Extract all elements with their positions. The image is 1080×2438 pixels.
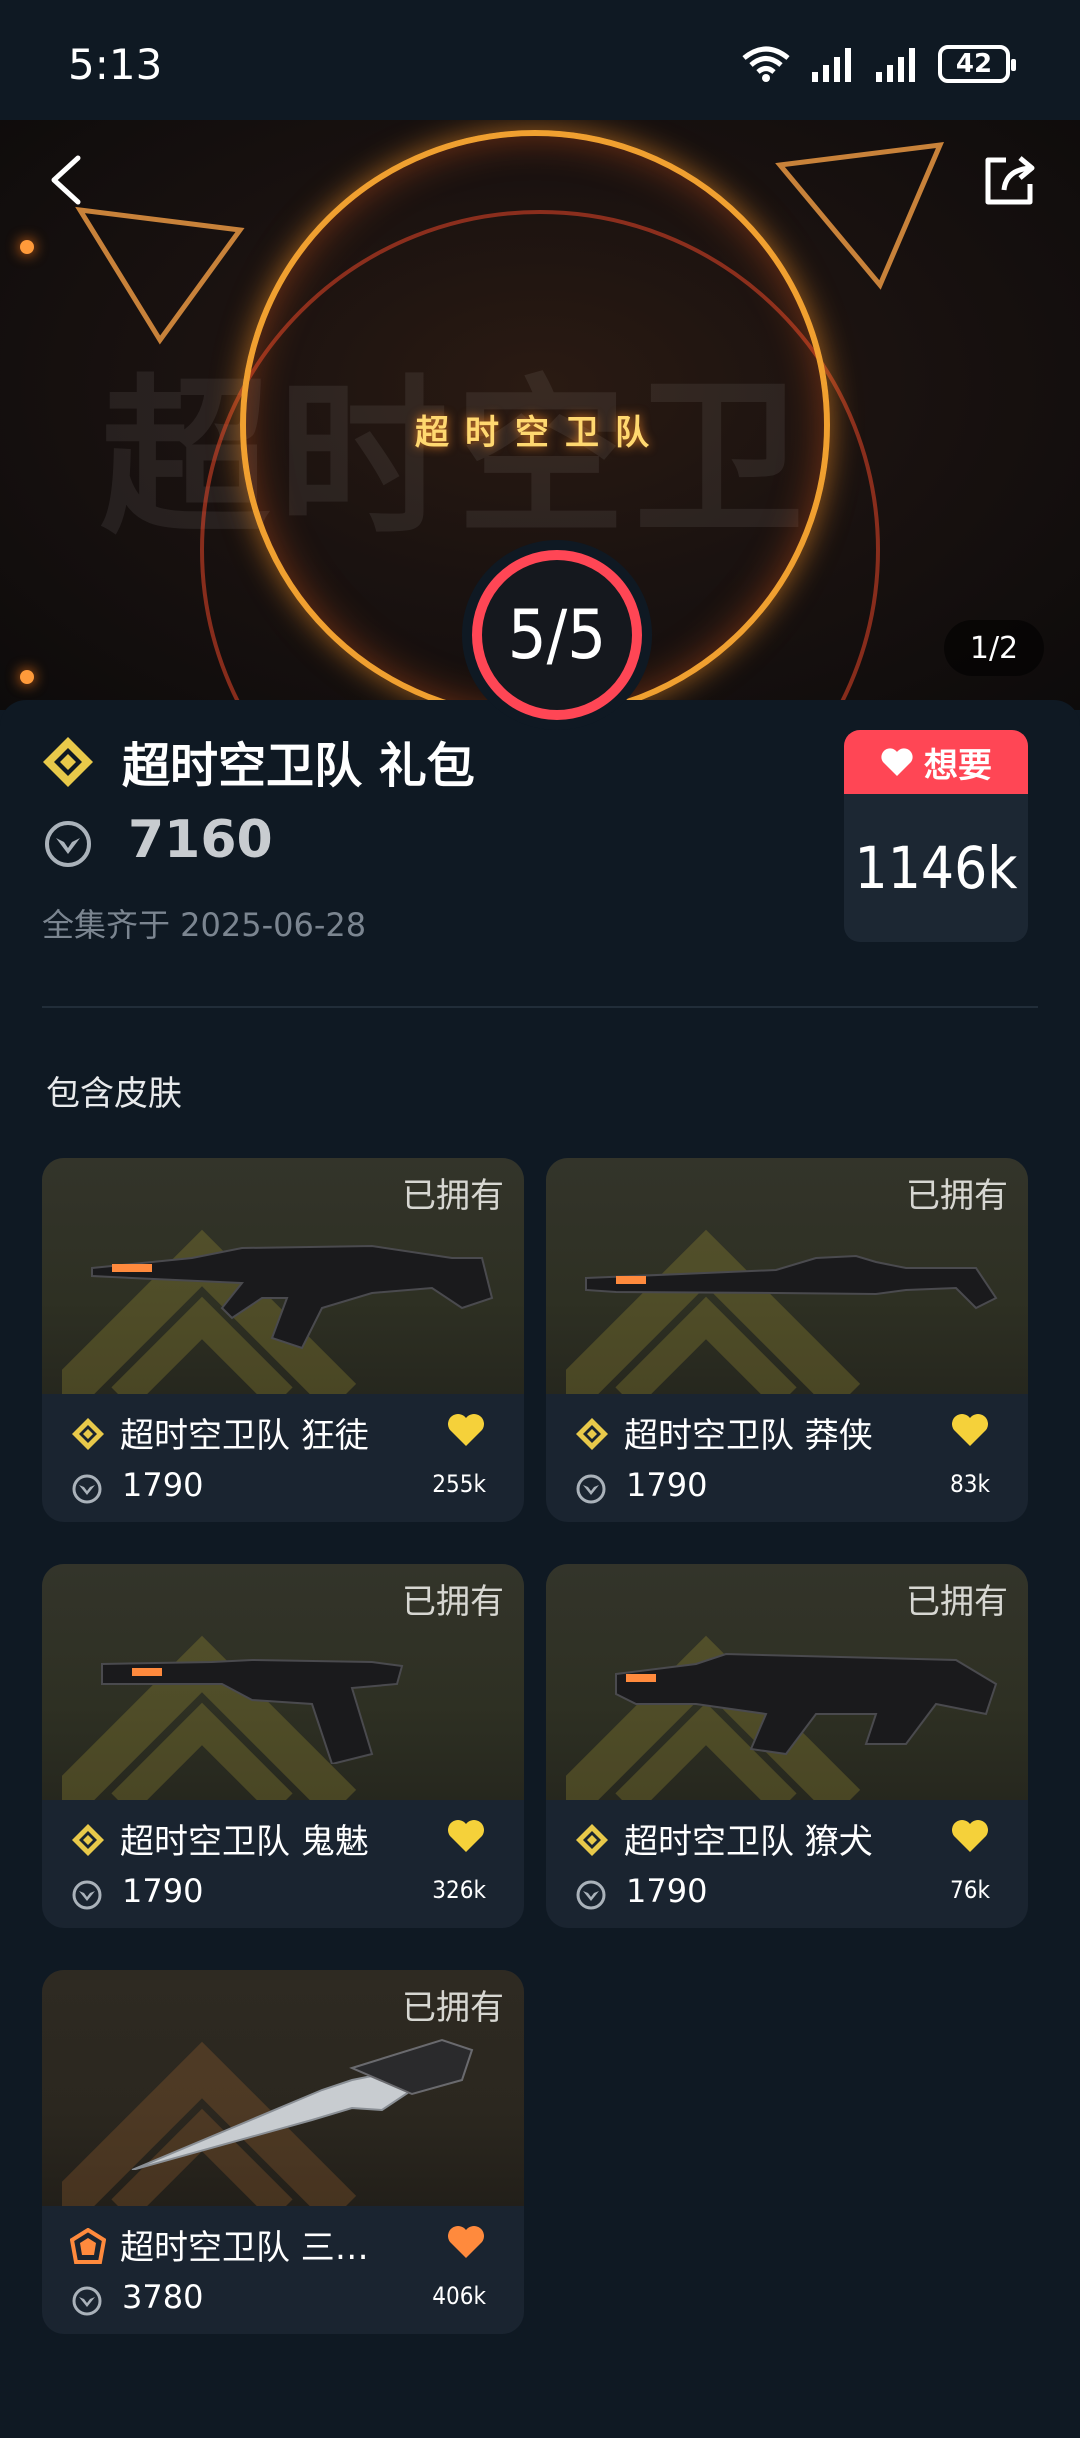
- heart-icon[interactable]: [446, 2224, 486, 2260]
- collection-progress-text: 5/5: [472, 550, 642, 720]
- valorant-points-icon: [72, 1474, 102, 1504]
- tier-icon: [576, 1418, 608, 1450]
- signal-icon-2: [876, 48, 915, 82]
- skin-image: 已拥有: [42, 1564, 524, 1800]
- valorant-points-icon: [576, 1474, 606, 1504]
- skin-card-footer: 超时空卫队 三… 3780 406k: [42, 2206, 524, 2334]
- skin-card-footer: 超时空卫队 獠犬 1790 76k: [546, 1800, 1028, 1928]
- skin-name: 超时空卫队 鬼魅: [120, 1822, 369, 1862]
- skin-price: 1790: [626, 1466, 708, 1504]
- skin-price: 1790: [122, 1872, 204, 1910]
- status-bar: 5:13 42: [0, 0, 1080, 120]
- owned-label: 已拥有: [402, 1176, 504, 1216]
- skin-card-footer: 超时空卫队 莽侠 1790 83k: [546, 1394, 1028, 1522]
- weapon-image: [131, 2038, 474, 2170]
- triangle-decoration-right: [775, 141, 945, 290]
- bundle-price: 7160: [128, 810, 273, 870]
- skin-image: 已拥有: [546, 1158, 1028, 1394]
- skin-image: 已拥有: [546, 1564, 1028, 1800]
- skin-price: 1790: [122, 1466, 204, 1504]
- want-header: 想要: [844, 730, 1028, 794]
- tier-icon: [72, 1824, 104, 1856]
- skin-like-count: 83k: [950, 1470, 990, 1498]
- skin-image: 已拥有: [42, 1970, 524, 2206]
- skin-card[interactable]: 已拥有超时空卫队 莽侠 1790 83k: [546, 1158, 1028, 1522]
- glow-dot: [20, 670, 34, 684]
- valorant-points-icon: [45, 821, 91, 867]
- heart-icon[interactable]: [950, 1412, 990, 1448]
- skin-card[interactable]: 已拥有超时空卫队 三… 3780 406k: [42, 1970, 524, 2334]
- bundle-title: 超时空卫队 礼包: [122, 738, 475, 794]
- triangle-decoration-left: [75, 206, 245, 345]
- skin-price: 3780: [122, 2278, 204, 2316]
- wifi-icon: [742, 46, 790, 82]
- skin-like-count: 255k: [432, 1470, 486, 1498]
- weapon-image: [91, 1244, 494, 1350]
- skin-card[interactable]: 已拥有超时空卫队 狂徒 1790 255k: [42, 1158, 524, 1522]
- signal-icon: [812, 48, 851, 82]
- status-time: 5:13: [68, 40, 163, 89]
- skin-name: 超时空卫队 三…: [120, 2228, 369, 2268]
- want-count: 1146k: [854, 834, 1018, 902]
- share-icon[interactable]: [980, 150, 1040, 210]
- divider: [42, 1006, 1038, 1008]
- bundle-info-panel: 超时空卫队 礼包 7160 全集齐于 2025-06-28 想要 1146k 包…: [0, 700, 1080, 2438]
- battery-indicator: 42: [938, 45, 1016, 83]
- heart-icon[interactable]: [446, 1412, 486, 1448]
- banner-title: 超时空卫队: [415, 413, 665, 453]
- skin-card[interactable]: 已拥有超时空卫队 獠犬 1790 76k: [546, 1564, 1028, 1928]
- heart-icon: [881, 748, 913, 776]
- owned-label: 已拥有: [906, 1582, 1008, 1622]
- skin-like-count: 326k: [432, 1876, 486, 1904]
- back-arrow-icon[interactable]: [40, 150, 100, 210]
- skin-like-count: 76k: [950, 1876, 990, 1904]
- skin-card[interactable]: 已拥有超时空卫队 鬼魅 1790 326k: [42, 1564, 524, 1928]
- weapon-image: [101, 1658, 404, 1764]
- skin-like-count: 406k: [432, 2282, 486, 2310]
- weapon-image: [585, 1254, 998, 1310]
- tier-icon: [70, 2228, 106, 2264]
- valorant-points-icon: [72, 1880, 102, 1910]
- section-title: 包含皮肤: [46, 1074, 182, 1114]
- collection-progress-badge: 5/5: [462, 540, 652, 730]
- valorant-points-icon: [72, 2286, 102, 2316]
- heart-icon[interactable]: [950, 1818, 990, 1854]
- glow-dot: [20, 240, 34, 254]
- skin-price: 1790: [626, 1872, 708, 1910]
- premium-tier-icon: [43, 737, 93, 787]
- owned-label: 已拥有: [906, 1176, 1008, 1216]
- skin-name: 超时空卫队 獠犬: [624, 1822, 873, 1862]
- status-icons: 42: [740, 44, 1016, 84]
- skin-card-footer: 超时空卫队 狂徒 1790 255k: [42, 1394, 524, 1522]
- skin-name: 超时空卫队 莽侠: [624, 1416, 873, 1456]
- skin-name: 超时空卫队 狂徒: [120, 1416, 369, 1456]
- tier-icon: [576, 1824, 608, 1856]
- owned-label: 已拥有: [402, 1582, 504, 1622]
- valorant-points-icon: [576, 1880, 606, 1910]
- weapon-image: [615, 1652, 998, 1756]
- want-button[interactable]: 想要 1146k: [844, 730, 1028, 942]
- owned-label: 已拥有: [402, 1988, 504, 2028]
- skin-image: 已拥有: [42, 1158, 524, 1394]
- want-label: 想要: [924, 745, 992, 786]
- collection-date: 全集齐于 2025-06-28: [42, 906, 367, 944]
- tier-icon: [72, 1418, 104, 1450]
- image-page-indicator: 1/2: [944, 620, 1044, 676]
- skin-card-footer: 超时空卫队 鬼魅 1790 326k: [42, 1800, 524, 1928]
- heart-icon[interactable]: [446, 1818, 486, 1854]
